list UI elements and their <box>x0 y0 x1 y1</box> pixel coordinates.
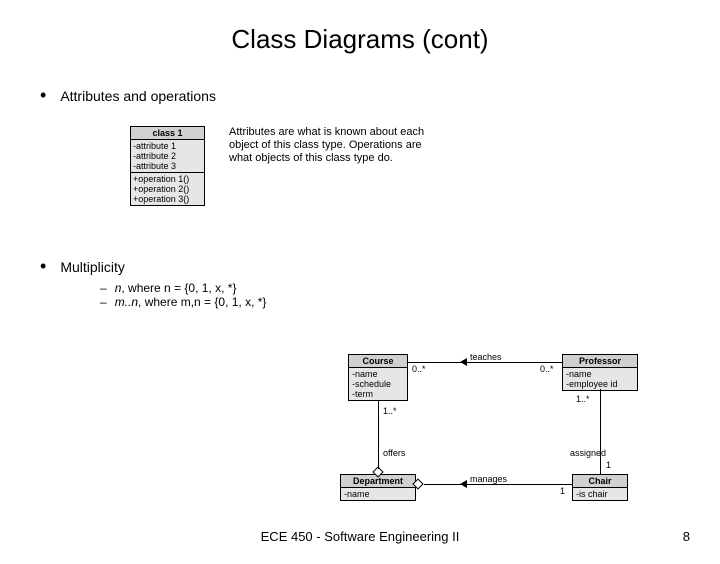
figure-1-description: Attributes are what is known about each … <box>229 126 439 166</box>
manages-line <box>424 484 572 485</box>
slide-title: Class Diagrams (cont) <box>0 24 720 55</box>
mult-1s-1: 1..* <box>383 406 397 416</box>
assigned-line <box>600 389 601 474</box>
course-attr-3: -term <box>352 389 404 399</box>
mult-1a: 1 <box>606 460 611 470</box>
dash-icon: – <box>100 295 107 309</box>
department-box: Department -name <box>340 474 416 501</box>
professor-attr-2: -employee id <box>566 379 634 389</box>
offers-line <box>378 401 379 469</box>
sub2-rest: , where m,n = {0, 1, x, *} <box>138 295 266 309</box>
offers-label: offers <box>383 448 405 458</box>
uml-class-box: class 1 -attribute 1 -attribute 2 -attri… <box>130 126 205 206</box>
footer-page-number: 8 <box>683 529 690 544</box>
attr-3: -attribute 3 <box>133 161 202 171</box>
department-attr-1: -name <box>344 489 412 499</box>
dash-icon: – <box>100 281 107 295</box>
teaches-line <box>408 362 562 363</box>
sub-bullet-2: – m..n, where m,n = {0, 1, x, *} <box>100 295 720 309</box>
teaches-label: teaches <box>470 352 502 362</box>
uml-class-name: class 1 <box>131 127 204 140</box>
uml-attributes: -attribute 1 -attribute 2 -attribute 3 <box>131 140 204 172</box>
bullet-dot: • <box>40 85 46 106</box>
course-attr-2: -schedule <box>352 379 404 389</box>
mult-0s-2: 0..* <box>540 364 554 374</box>
course-attr-1: -name <box>352 369 404 379</box>
sub-bullet-list: – n, where n = {0, 1, x, *} – m..n, wher… <box>0 281 720 309</box>
uml-operations: +operation 1() +operation 2() +operation… <box>131 172 204 205</box>
bullet-1-text: Attributes and operations <box>60 88 216 104</box>
mult-1b: 1 <box>560 486 565 496</box>
professor-box: Professor -name -employee id <box>562 354 638 391</box>
professor-attr-1: -name <box>566 369 634 379</box>
bullet-2-text: Multiplicity <box>60 259 125 275</box>
sub1-rest: , where n = {0, 1, x, *} <box>121 281 236 295</box>
chair-name: Chair <box>573 475 627 488</box>
professor-name: Professor <box>563 355 637 368</box>
uml-diagram-2: Course -name -schedule -term Professor -… <box>300 354 700 520</box>
bullet-1-row: • Attributes and operations <box>0 85 720 106</box>
assigned-label: assigned <box>570 448 606 458</box>
attr-2: -attribute 2 <box>133 151 202 161</box>
bullet-2-row: • Multiplicity <box>0 256 720 277</box>
footer-course: ECE 450 - Software Engineering II <box>261 529 460 544</box>
op-3: +operation 3() <box>133 194 202 204</box>
sub2-italic: m..n <box>115 295 138 309</box>
teaches-arrow-icon <box>460 358 467 366</box>
mult-0s-1: 0..* <box>412 364 426 374</box>
manages-label: manages <box>470 474 507 484</box>
course-name: Course <box>349 355 407 368</box>
course-box: Course -name -schedule -term <box>348 354 408 401</box>
manages-arrow-icon <box>460 480 467 488</box>
sub-bullet-1: – n, where n = {0, 1, x, *} <box>100 281 720 295</box>
figure-1-area: class 1 -attribute 1 -attribute 2 -attri… <box>130 126 720 206</box>
attr-1: -attribute 1 <box>133 141 202 151</box>
mult-1s-2: 1..* <box>576 394 590 404</box>
bullet-dot: • <box>40 256 46 277</box>
op-2: +operation 2() <box>133 184 202 194</box>
chair-box: Chair -is chair <box>572 474 628 501</box>
op-1: +operation 1() <box>133 174 202 184</box>
chair-attr-1: -is chair <box>576 489 624 499</box>
